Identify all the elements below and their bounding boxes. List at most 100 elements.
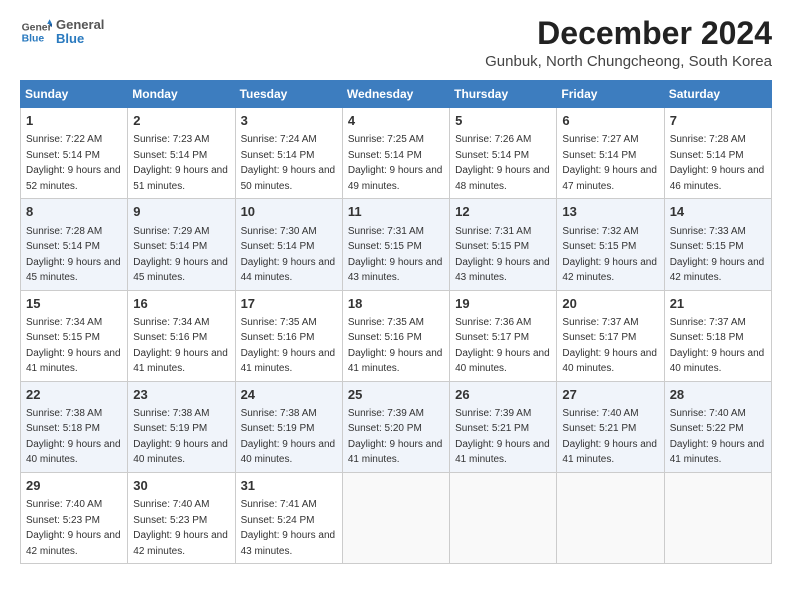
calendar-day-7: 7 Sunrise: 7:28 AM Sunset: 5:14 PM Dayli… [664,108,771,199]
calendar-day-13: 13 Sunrise: 7:32 AM Sunset: 5:15 PM Dayl… [557,199,664,290]
day-number: 20 [562,295,658,313]
day-info: Sunrise: 7:30 AM Sunset: 5:14 PM Dayligh… [241,226,336,284]
day-info: Sunrise: 7:28 AM Sunset: 5:14 PM Dayligh… [26,226,121,284]
calendar-table: SundayMondayTuesdayWednesdayThursdayFrid… [20,80,772,564]
day-number: 12 [455,203,551,221]
calendar-day-19: 19 Sunrise: 7:36 AM Sunset: 5:17 PM Dayl… [450,290,557,381]
day-info: Sunrise: 7:39 AM Sunset: 5:20 PM Dayligh… [348,408,443,466]
day-number: 14 [670,203,766,221]
calendar-day-31: 31 Sunrise: 7:41 AM Sunset: 5:24 PM Dayl… [235,472,342,563]
day-number: 15 [26,295,122,313]
day-number: 30 [133,477,229,495]
calendar-week-1: 1 Sunrise: 7:22 AM Sunset: 5:14 PM Dayli… [21,108,772,199]
day-number: 11 [348,203,444,221]
calendar-day-9: 9 Sunrise: 7:29 AM Sunset: 5:14 PM Dayli… [128,199,235,290]
day-info: Sunrise: 7:36 AM Sunset: 5:17 PM Dayligh… [455,317,550,375]
day-number: 18 [348,295,444,313]
calendar-day-29: 29 Sunrise: 7:40 AM Sunset: 5:23 PM Dayl… [21,472,128,563]
day-info: Sunrise: 7:26 AM Sunset: 5:14 PM Dayligh… [455,134,550,192]
day-number: 31 [241,477,337,495]
svg-text:Blue: Blue [22,34,45,45]
day-number: 8 [26,203,122,221]
calendar-day-20: 20 Sunrise: 7:37 AM Sunset: 5:17 PM Dayl… [557,290,664,381]
day-info: Sunrise: 7:40 AM Sunset: 5:23 PM Dayligh… [133,499,228,557]
weekday-header-row: SundayMondayTuesdayWednesdayThursdayFrid… [21,81,772,108]
day-number: 24 [241,386,337,404]
day-info: Sunrise: 7:33 AM Sunset: 5:15 PM Dayligh… [670,226,765,284]
day-number: 7 [670,112,766,130]
weekday-header-sunday: Sunday [21,81,128,108]
day-info: Sunrise: 7:31 AM Sunset: 5:15 PM Dayligh… [455,226,550,284]
calendar-day-11: 11 Sunrise: 7:31 AM Sunset: 5:15 PM Dayl… [342,199,449,290]
day-info: Sunrise: 7:23 AM Sunset: 5:14 PM Dayligh… [133,134,228,192]
page-header: General Blue General Blue December 2024 … [20,16,772,70]
day-number: 13 [562,203,658,221]
calendar-empty-cell [450,472,557,563]
calendar-header: SundayMondayTuesdayWednesdayThursdayFrid… [21,81,772,108]
calendar-day-3: 3 Sunrise: 7:24 AM Sunset: 5:14 PM Dayli… [235,108,342,199]
logo-text: General Blue [56,18,104,47]
calendar-day-18: 18 Sunrise: 7:35 AM Sunset: 5:16 PM Dayl… [342,290,449,381]
day-info: Sunrise: 7:41 AM Sunset: 5:24 PM Dayligh… [241,499,336,557]
calendar-day-25: 25 Sunrise: 7:39 AM Sunset: 5:20 PM Dayl… [342,381,449,472]
weekday-header-friday: Friday [557,81,664,108]
day-info: Sunrise: 7:24 AM Sunset: 5:14 PM Dayligh… [241,134,336,192]
day-info: Sunrise: 7:27 AM Sunset: 5:14 PM Dayligh… [562,134,657,192]
day-number: 19 [455,295,551,313]
day-number: 16 [133,295,229,313]
calendar-body: 1 Sunrise: 7:22 AM Sunset: 5:14 PM Dayli… [21,108,772,564]
calendar-week-4: 22 Sunrise: 7:38 AM Sunset: 5:18 PM Dayl… [21,381,772,472]
weekday-header-wednesday: Wednesday [342,81,449,108]
calendar-day-5: 5 Sunrise: 7:26 AM Sunset: 5:14 PM Dayli… [450,108,557,199]
calendar-week-3: 15 Sunrise: 7:34 AM Sunset: 5:15 PM Dayl… [21,290,772,381]
day-number: 29 [26,477,122,495]
calendar-day-12: 12 Sunrise: 7:31 AM Sunset: 5:15 PM Dayl… [450,199,557,290]
month-title: December 2024 [485,16,772,51]
day-info: Sunrise: 7:22 AM Sunset: 5:14 PM Dayligh… [26,134,121,192]
day-info: Sunrise: 7:37 AM Sunset: 5:18 PM Dayligh… [670,317,765,375]
calendar-day-26: 26 Sunrise: 7:39 AM Sunset: 5:21 PM Dayl… [450,381,557,472]
day-info: Sunrise: 7:40 AM Sunset: 5:23 PM Dayligh… [26,499,121,557]
day-number: 21 [670,295,766,313]
calendar-empty-cell [557,472,664,563]
day-info: Sunrise: 7:32 AM Sunset: 5:15 PM Dayligh… [562,226,657,284]
calendar-day-22: 22 Sunrise: 7:38 AM Sunset: 5:18 PM Dayl… [21,381,128,472]
calendar-day-21: 21 Sunrise: 7:37 AM Sunset: 5:18 PM Dayl… [664,290,771,381]
calendar-day-28: 28 Sunrise: 7:40 AM Sunset: 5:22 PM Dayl… [664,381,771,472]
day-number: 3 [241,112,337,130]
day-info: Sunrise: 7:29 AM Sunset: 5:14 PM Dayligh… [133,226,228,284]
day-number: 22 [26,386,122,404]
day-number: 5 [455,112,551,130]
calendar-empty-cell [664,472,771,563]
weekday-header-monday: Monday [128,81,235,108]
calendar-day-30: 30 Sunrise: 7:40 AM Sunset: 5:23 PM Dayl… [128,472,235,563]
logo: General Blue General Blue [20,16,104,48]
calendar-day-14: 14 Sunrise: 7:33 AM Sunset: 5:15 PM Dayl… [664,199,771,290]
day-info: Sunrise: 7:28 AM Sunset: 5:14 PM Dayligh… [670,134,765,192]
day-info: Sunrise: 7:34 AM Sunset: 5:16 PM Dayligh… [133,317,228,375]
calendar-day-1: 1 Sunrise: 7:22 AM Sunset: 5:14 PM Dayli… [21,108,128,199]
day-number: 23 [133,386,229,404]
calendar-day-27: 27 Sunrise: 7:40 AM Sunset: 5:21 PM Dayl… [557,381,664,472]
logo-icon: General Blue [20,16,52,48]
calendar-day-4: 4 Sunrise: 7:25 AM Sunset: 5:14 PM Dayli… [342,108,449,199]
calendar-empty-cell [342,472,449,563]
day-number: 1 [26,112,122,130]
calendar-day-2: 2 Sunrise: 7:23 AM Sunset: 5:14 PM Dayli… [128,108,235,199]
calendar-day-6: 6 Sunrise: 7:27 AM Sunset: 5:14 PM Dayli… [557,108,664,199]
day-info: Sunrise: 7:37 AM Sunset: 5:17 PM Dayligh… [562,317,657,375]
day-info: Sunrise: 7:38 AM Sunset: 5:18 PM Dayligh… [26,408,121,466]
day-number: 2 [133,112,229,130]
day-info: Sunrise: 7:25 AM Sunset: 5:14 PM Dayligh… [348,134,443,192]
day-number: 17 [241,295,337,313]
calendar-week-2: 8 Sunrise: 7:28 AM Sunset: 5:14 PM Dayli… [21,199,772,290]
calendar-day-8: 8 Sunrise: 7:28 AM Sunset: 5:14 PM Dayli… [21,199,128,290]
day-info: Sunrise: 7:38 AM Sunset: 5:19 PM Dayligh… [241,408,336,466]
day-info: Sunrise: 7:31 AM Sunset: 5:15 PM Dayligh… [348,226,443,284]
day-info: Sunrise: 7:35 AM Sunset: 5:16 PM Dayligh… [348,317,443,375]
weekday-header-thursday: Thursday [450,81,557,108]
day-info: Sunrise: 7:34 AM Sunset: 5:15 PM Dayligh… [26,317,121,375]
logo-general: General [56,18,104,32]
calendar-day-17: 17 Sunrise: 7:35 AM Sunset: 5:16 PM Dayl… [235,290,342,381]
day-info: Sunrise: 7:35 AM Sunset: 5:16 PM Dayligh… [241,317,336,375]
